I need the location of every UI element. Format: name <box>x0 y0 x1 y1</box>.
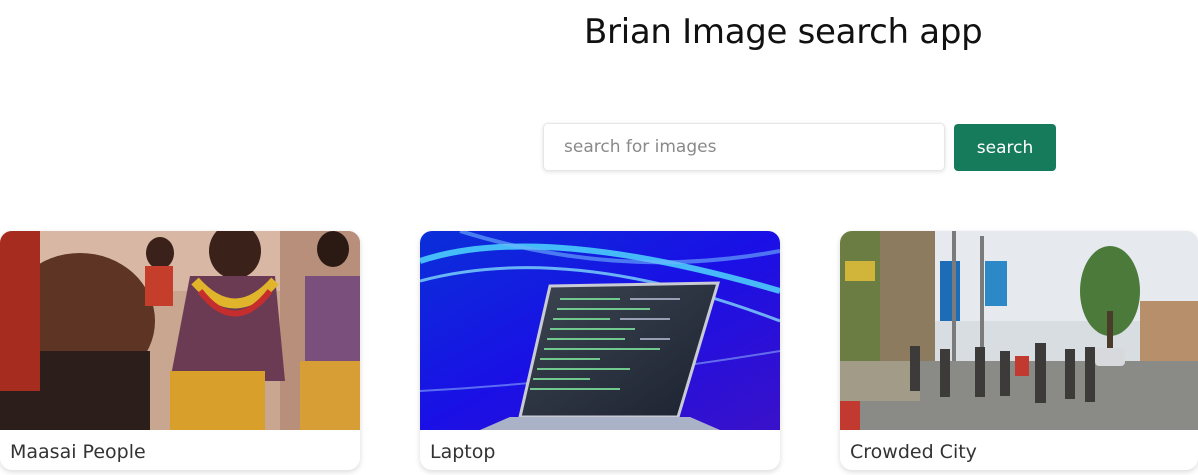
card-caption: Maasai People <box>10 441 146 463</box>
laptop-image <box>420 231 780 430</box>
search-form: search <box>543 123 1056 171</box>
search-input[interactable] <box>543 123 945 171</box>
search-button[interactable]: search <box>954 124 1056 171</box>
card-caption: Crowded City <box>850 441 977 463</box>
image-card-crowded-city[interactable]: Crowded City <box>840 231 1198 470</box>
image-card-maasai-people[interactable]: Maasai People <box>0 231 360 470</box>
card-caption: Laptop <box>430 441 496 463</box>
image-search-page: Brian Image search app search for images… <box>0 0 1198 475</box>
crowded-city-image <box>840 231 1198 430</box>
maasai-people-image <box>0 231 360 430</box>
image-card-laptop[interactable]: Laptop <box>420 231 780 470</box>
page-title: Brian Image search app <box>584 12 983 52</box>
